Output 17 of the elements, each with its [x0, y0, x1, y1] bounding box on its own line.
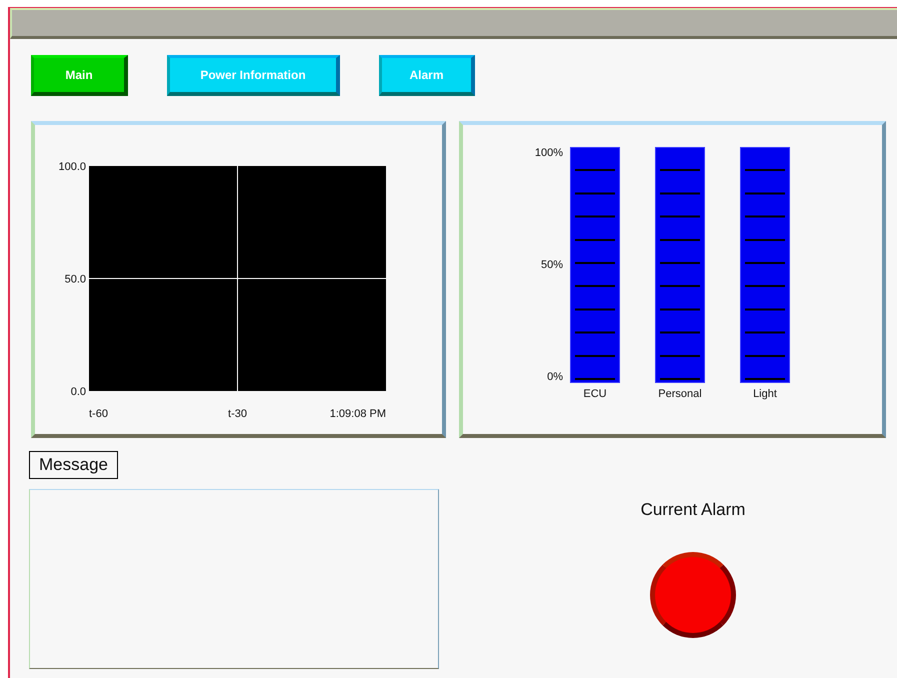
gauge-label: ECU — [583, 388, 607, 400]
scale-label: 50% — [540, 259, 563, 271]
nav-button[interactable]: Power Information — [167, 55, 340, 96]
axis-label: 0.0 — [70, 386, 86, 398]
alarm-title: Current Alarm — [640, 500, 746, 520]
axis-label: 100.0 — [58, 161, 86, 173]
axis-label: 50.0 — [64, 274, 86, 286]
nav-button[interactable]: Alarm — [379, 55, 475, 96]
axis-label: t-60 — [89, 408, 108, 420]
axis-label: 1:09:08 PM — [330, 408, 386, 420]
message-label: Message — [29, 451, 118, 479]
gauge-label: Light — [753, 388, 777, 400]
nav-button[interactable]: Main — [31, 55, 128, 96]
scale-label: 0% — [547, 371, 563, 383]
scale-label: 100% — [534, 147, 563, 159]
gauge-label: Personal — [658, 388, 702, 400]
axis-label: t-30 — [228, 408, 247, 420]
